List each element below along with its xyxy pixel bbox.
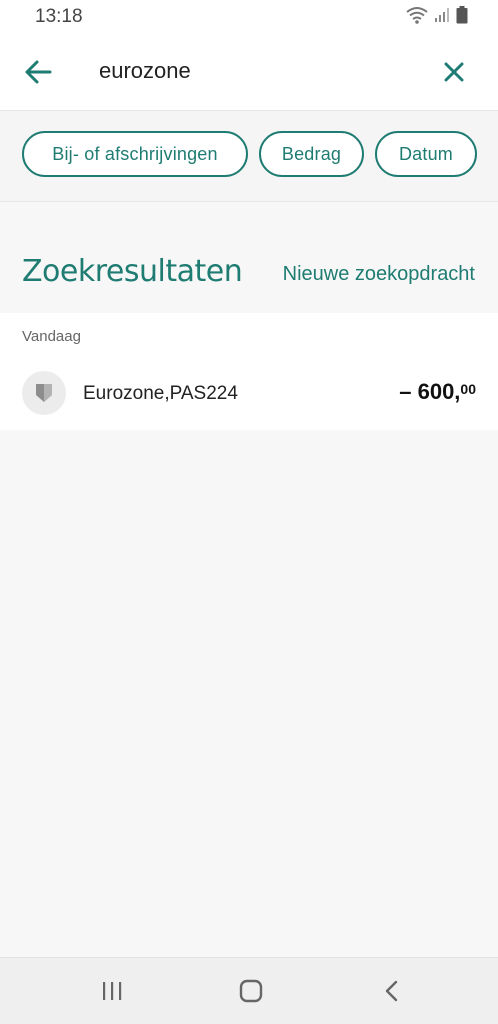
new-search-link[interactable]: Nieuwe zoekopdracht: [283, 263, 475, 286]
system-nav-bar: [0, 957, 498, 1024]
filter-bar: Bij- of afschrijvingen Bedrag Datum: [0, 111, 498, 202]
filter-chip-amount[interactable]: Bedrag: [259, 131, 364, 177]
arrow-left-icon[interactable]: [22, 56, 54, 88]
date-section-label: Vandaag: [22, 328, 81, 345]
back-chevron-icon[interactable]: [376, 976, 408, 1006]
home-icon[interactable]: [235, 976, 267, 1006]
results-title: Zoekresultaten: [22, 254, 243, 289]
status-bar: 13:18: [0, 0, 498, 34]
status-time: 13:18: [35, 6, 83, 27]
filter-chip-date[interactable]: Datum: [375, 131, 477, 177]
transaction-amount-main: – 600,: [399, 379, 461, 404]
search-header: [0, 34, 498, 111]
transaction-name: Eurozone,PAS224: [83, 383, 238, 404]
signal-icon: [435, 8, 449, 22]
wifi-icon: [406, 7, 428, 24]
close-icon[interactable]: [440, 58, 468, 86]
bank-shield-icon: [22, 371, 66, 415]
status-icons: [406, 6, 468, 24]
transaction-row[interactable]: Eurozone,PAS224 – 600,00: [0, 365, 498, 425]
battery-icon: [456, 6, 468, 24]
search-input[interactable]: [99, 58, 419, 84]
transaction-amount: – 600,00: [399, 379, 476, 405]
filter-chip-type[interactable]: Bij- of afschrijvingen: [22, 131, 248, 177]
results-header: Zoekresultaten Nieuwe zoekopdracht: [0, 236, 498, 312]
recent-apps-icon[interactable]: [96, 976, 128, 1006]
transaction-amount-cents: 00: [460, 381, 476, 397]
results-list: Vandaag Eurozone,PAS224 – 600,00: [0, 313, 498, 430]
